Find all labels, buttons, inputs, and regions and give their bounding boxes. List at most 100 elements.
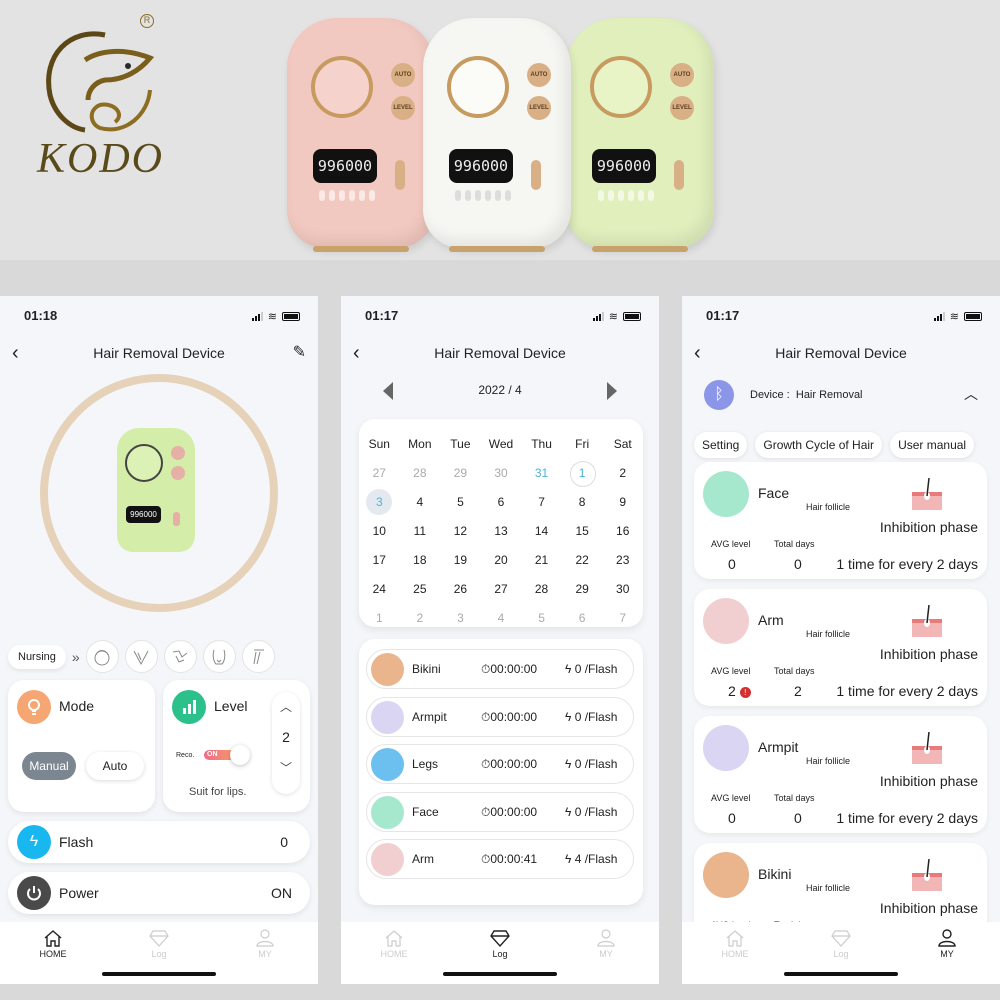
warning-icon[interactable]: !	[739, 687, 751, 698]
calendar-day[interactable]: 17	[359, 551, 400, 569]
tab-home[interactable]: HOME	[682, 922, 788, 984]
tab-my-label: MY	[599, 949, 613, 959]
calendar-day[interactable]: 26	[440, 580, 481, 598]
weekday-header: Mon	[408, 437, 432, 451]
calendar-day[interactable]: 31	[521, 464, 562, 482]
tab-my-label: MY	[940, 949, 954, 959]
calendar-day[interactable]: 22	[562, 551, 603, 569]
calendar-day[interactable]: 12	[440, 522, 481, 540]
calendar-day[interactable]: 27	[359, 464, 400, 482]
calendar-day[interactable]: 18	[400, 551, 441, 569]
calendar-day[interactable]: 30	[481, 464, 522, 482]
tab-my[interactable]: MY	[553, 922, 659, 984]
log-entry[interactable]: Arm ⏱00:00:41 ϟ 4 /Flash	[366, 839, 634, 879]
calendar-day[interactable]: 11	[400, 522, 441, 540]
area-armpit-button[interactable]	[163, 640, 197, 673]
area-arm-button[interactable]	[124, 640, 158, 673]
log-screen: 01:17 ≋ ‹ Hair Removal Device 2022 / 4 S…	[341, 296, 659, 984]
calendar-day[interactable]: 8	[562, 493, 603, 511]
area-card[interactable]: Face Hair follicle Inhibition phase AVG lev…	[694, 462, 987, 579]
auto-button[interactable]: Auto	[86, 752, 144, 780]
calendar-day[interactable]: 5	[440, 493, 481, 511]
calendar-day[interactable]: 14	[521, 522, 562, 540]
calendar-day[interactable]: 9	[602, 493, 643, 511]
calendar-day[interactable]: 3	[359, 489, 400, 515]
calendar-day[interactable]: 5	[521, 609, 562, 627]
area-selector: Nursing »	[8, 640, 275, 673]
status-bar: 01:17 ≋	[341, 296, 659, 336]
calendar-day[interactable]: 3	[440, 609, 481, 627]
calendar-day[interactable]: 20	[481, 551, 522, 569]
area-bikini-button[interactable]	[202, 640, 236, 673]
calendar-day[interactable]: 2	[602, 464, 643, 482]
level-down-button[interactable]: ﹀	[272, 759, 300, 776]
total-days-label: Total days	[774, 793, 815, 803]
tab-home[interactable]: HOME	[341, 922, 447, 984]
level-up-button[interactable]: ︿	[272, 698, 300, 715]
user-manual-button[interactable]: User manual	[890, 432, 975, 458]
flash-value: 0	[280, 834, 288, 850]
power-row[interactable]: Power ON	[8, 872, 310, 914]
calendar-day[interactable]: 19	[440, 551, 481, 569]
calendar-day[interactable]: 4	[400, 493, 441, 511]
setting-button[interactable]: Setting	[694, 432, 748, 458]
calendar-day[interactable]: 13	[481, 522, 522, 540]
manual-button[interactable]: Manual	[22, 752, 76, 780]
growth-cycle-button[interactable]: Growth Cycle of Hair	[755, 432, 883, 458]
calendar-day[interactable]: 15	[562, 522, 603, 540]
tab-home[interactable]: HOME	[0, 922, 106, 984]
next-month-button[interactable]	[607, 382, 617, 400]
calendar-day[interactable]: 4	[481, 609, 522, 627]
calendar-day[interactable]: 29	[440, 464, 481, 482]
area-name: Bikini	[758, 866, 792, 882]
calendar-day[interactable]: 1	[562, 461, 603, 487]
calendar-day[interactable]: 10	[359, 522, 400, 540]
legs-icon	[253, 649, 265, 664]
flash-value: 0 /Flash	[574, 757, 618, 771]
flash-value: 0 /Flash	[574, 709, 618, 724]
calendar-day[interactable]: 25	[400, 580, 441, 598]
calendar-day[interactable]: 7	[602, 609, 643, 627]
mode-card: Mode Manual Auto	[8, 680, 155, 812]
edit-icon[interactable]: ✎	[293, 342, 306, 362]
calendar-day[interactable]: 27	[481, 580, 522, 598]
log-entry[interactable]: Legs ⏱00:00:00 ϟ 0 /Flash	[366, 744, 634, 784]
calendar-day[interactable]: 2	[400, 609, 441, 627]
tab-home-label: HOME	[721, 949, 749, 959]
calendar-day[interactable]: 24	[359, 580, 400, 598]
power-icon[interactable]	[17, 876, 51, 910]
status-time: 01:17	[706, 308, 740, 323]
calendar-day[interactable]: 1	[359, 609, 400, 627]
reco-toggle[interactable]: ON	[204, 745, 250, 765]
calendar-day[interactable]: 30	[602, 580, 643, 598]
log-entry[interactable]: Armpit ⏱00:00:00 ϟ 0 /Flash	[366, 696, 634, 737]
power-value: ON	[271, 885, 292, 901]
flash-value: 4 /Flash	[574, 852, 618, 866]
calendar-day[interactable]: 7	[521, 493, 562, 511]
chevron-up-icon[interactable]: ︿	[964, 384, 978, 404]
calendar-day[interactable]: 6	[562, 609, 603, 627]
area-legs-button[interactable]	[241, 640, 275, 673]
user-icon	[938, 929, 956, 947]
device-row[interactable]: ᛒ Device : Hair Removal ︿	[682, 374, 1000, 420]
flash-value: 0 /Flash	[574, 662, 618, 676]
tab-my[interactable]: MY	[212, 922, 318, 984]
calendar-day[interactable]: 23	[602, 551, 643, 569]
calendar-day[interactable]: 6	[481, 493, 522, 511]
toggle-knob[interactable]	[230, 745, 250, 765]
area-face-button[interactable]	[85, 640, 119, 673]
tab-bar: HOME Log MY	[0, 922, 318, 984]
nursing-button[interactable]: Nursing	[8, 644, 66, 669]
device-counter: 996000	[126, 506, 161, 523]
area-card[interactable]: Arm Hair follicle Inhibition phase AVG leve…	[694, 589, 987, 706]
calendar-day[interactable]: 16	[602, 522, 643, 540]
log-entry[interactable]: Face ⏱00:00:00 ϟ 0 /Flash	[366, 791, 634, 832]
calendar-day[interactable]: 28	[521, 580, 562, 598]
calendar-day[interactable]: 28	[400, 464, 441, 482]
calendar-day[interactable]: 29	[562, 580, 603, 598]
log-entry[interactable]: Bikini ⏱00:00:00 ϟ 0 /Flash	[366, 649, 634, 689]
product-banner: R KODO AUTO LEVEL 996000 AUTO LEVEL 9960…	[0, 0, 1000, 260]
tab-my[interactable]: MY	[894, 922, 1000, 984]
calendar-day[interactable]: 21	[521, 551, 562, 569]
area-card[interactable]: Armpit Hair follicle Inhibition phase AVG l…	[694, 716, 987, 833]
